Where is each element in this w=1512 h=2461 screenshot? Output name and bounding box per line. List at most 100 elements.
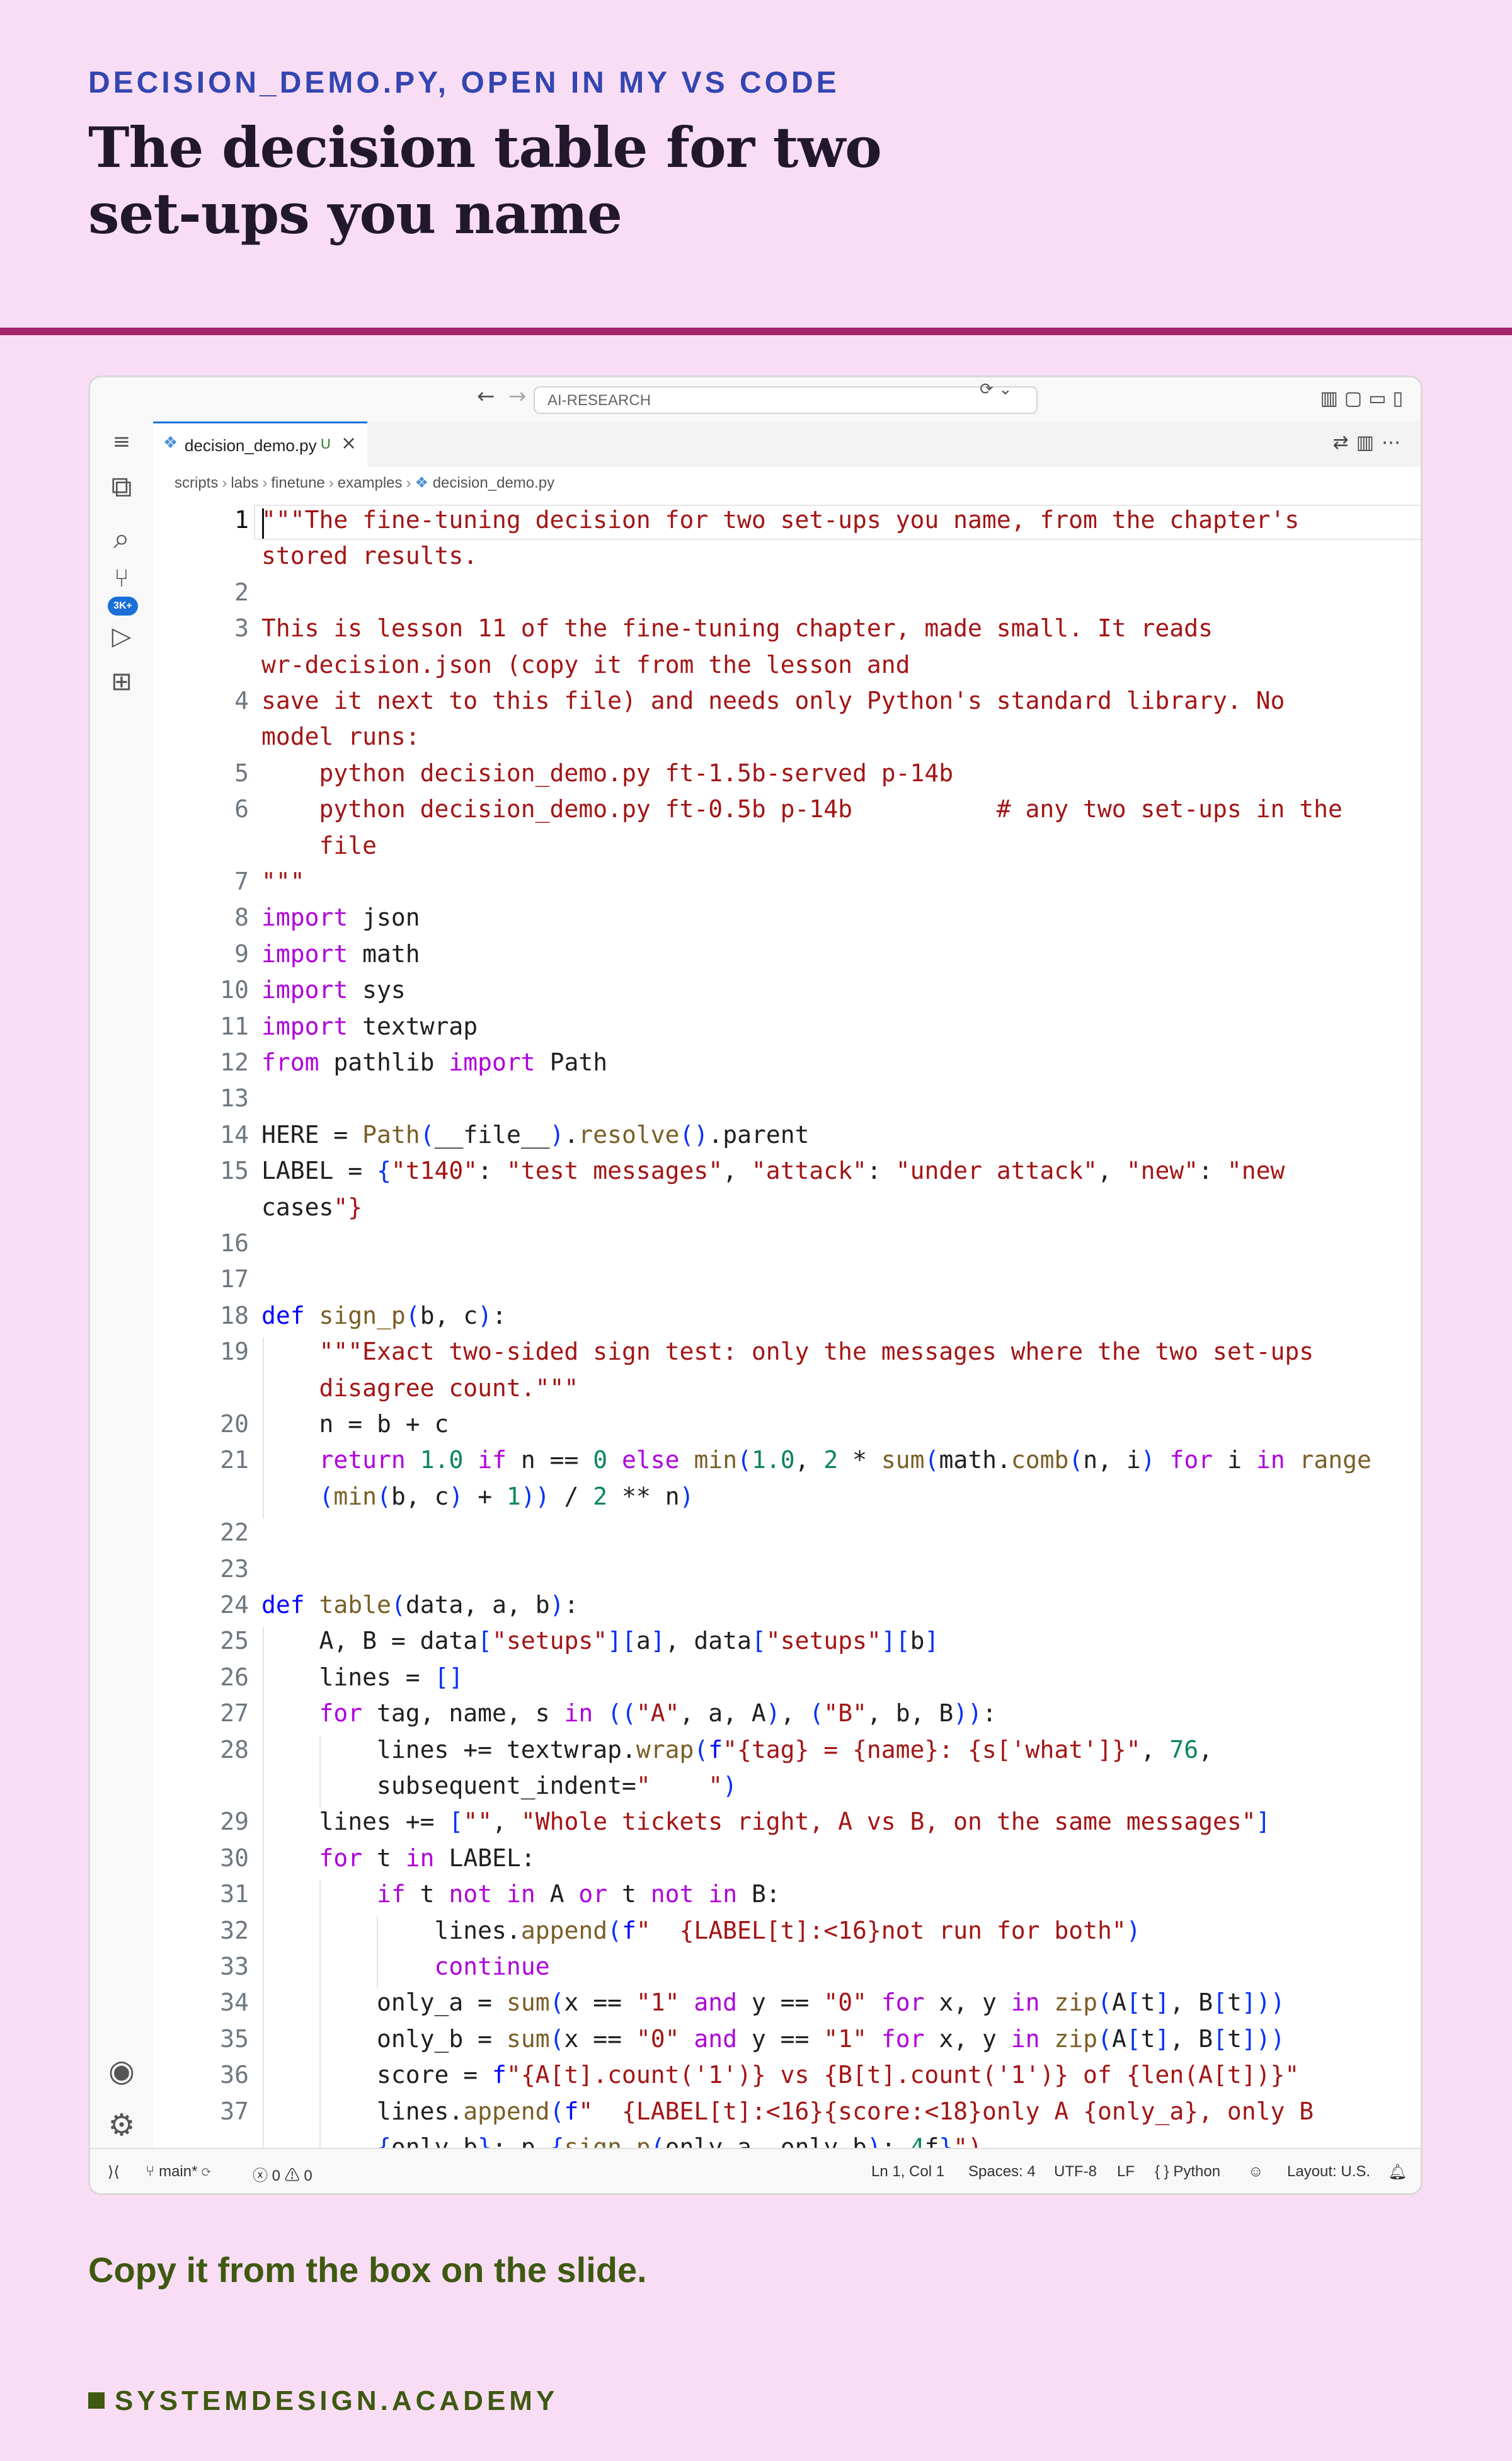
line-number: 8 [234,904,249,932]
line-number: 3 [234,614,249,643]
code-line: model runs: [261,723,420,751]
menu-icon[interactable]: ≡ [90,429,153,454]
notifications-bell-icon[interactable]: 🔔︎ [1388,2163,1407,2181]
tab-label: decision_demo.py [185,436,317,455]
code-line: lines.append(f" {LABEL[t]:<16}not run fo… [261,1916,1141,1944]
encoding-setting[interactable]: UTF-8 [1054,2163,1097,2181]
indent-guide [377,1916,378,1989]
code-line: import json [261,904,420,932]
line-number: 27 [220,1699,249,1728]
code-line: def sign_p(b, c): [261,1301,507,1329]
line-number: 11 [220,1012,249,1040]
line-number: 13 [220,1084,249,1113]
breadcrumb-item[interactable]: examples [338,474,403,491]
copilot-status-icon[interactable]: ☺ [1248,2163,1264,2181]
command-center[interactable]: AI-RESEARCH [534,386,1038,414]
editor-actions-icon[interactable]: ⇄▥⋯ [1333,432,1408,454]
source-control-icon[interactable]: ⑂ [90,564,153,593]
accent-rule [0,328,1512,335]
eol-setting[interactable]: LF [1117,2163,1135,2181]
code-line: A, B = data["setups"][a], data["setups"]… [261,1627,939,1655]
breadcrumb-item[interactable]: finetune [271,474,324,491]
chevron-right-icon: › [406,474,411,491]
line-number: 9 [234,939,249,968]
line-number: 24 [220,1591,249,1619]
code-line: (min(b, c) + 1)) / 2 ** n) [319,1482,694,1510]
branch-indicator[interactable]: ⑂ main* ⟳ [146,2163,211,2181]
line-number: 22 [220,1518,249,1547]
line-number: 12 [220,1048,249,1076]
chevron-right-icon: › [262,474,268,491]
explorer-icon[interactable]: ⧉ [90,469,153,505]
code-line: cases"} [261,1193,363,1221]
line-number: 2 [234,578,249,606]
code-line: from pathlib import Path [261,1048,608,1076]
code-line: import textwrap [261,1012,478,1040]
line-number: 6 [234,795,249,823]
line-number: 35 [220,2024,249,2053]
language-mode[interactable]: { } Python [1155,2163,1220,2181]
line-number: 10 [220,976,249,1004]
remote-icon[interactable]: ⟩⟨ [108,2163,120,2181]
slide-title: The decision table for two set-ups you n… [88,115,882,246]
settings-gear-icon[interactable]: ⚙ [90,2108,153,2143]
line-number: 32 [220,1916,249,1944]
branch-name: main* [159,2163,198,2180]
run-debug-icon[interactable]: ▷ [90,622,153,651]
chevron-right-icon: › [222,474,227,491]
close-icon[interactable]: × [341,432,357,454]
breadcrumb-item[interactable]: scripts [175,474,218,491]
code-line: save it next to this file) and needs onl… [261,687,1285,714]
code-line: return 1.0 if n == 0 else min(1.0, 2 * s… [319,1446,1372,1474]
layout-controls-icon[interactable]: ▥▢▭▯ [1320,387,1409,410]
code-line: LABEL = {"t140": "test messages", "attac… [261,1157,1285,1185]
code-line: continue [434,1953,550,1980]
chevron-right-icon: › [328,474,334,491]
code-line: n = b + c [261,1410,449,1438]
status-bar: ⟩⟨ ⑂ main* ⟳ ⓧ 0 ⚠ 0 Ln 1, Col 1 Spaces:… [90,2148,1421,2193]
line-number: 31 [220,1880,249,1908]
line-number: 21 [220,1446,249,1474]
code-line: disagree count.""" [261,1374,579,1402]
tab-decision-demo[interactable]: ❖ decision_demo.py U × [153,422,367,467]
indent-guide [263,1338,264,1519]
code-line: HERE = Path(__file__).resolve().parent [261,1120,810,1149]
problems-indicator[interactable]: ⓧ 0 ⚠ 0 [253,2163,312,2185]
indentation-setting[interactable]: Spaces: 4 [968,2163,1036,2181]
code-line: lines += textwrap.wrap(f"{tag} = {name}:… [261,1735,1213,1764]
search-icon[interactable]: ⌕ [90,521,153,556]
extensions-icon[interactable]: ⊞ [90,667,153,696]
breadcrumb-item[interactable]: decision_demo.py [433,474,554,491]
warning-count: 0 [304,2167,312,2184]
breadcrumb-item[interactable]: labs [231,474,258,491]
tab-bar: ❖ decision_demo.py U × ⇄▥⋯ [153,422,1421,467]
brand-wordmark: SYSTEMDESIGN.ACADEMY [88,2385,558,2417]
account-icon[interactable]: ◉ [90,2053,153,2089]
code-line: def table(data, a, b): [261,1591,579,1619]
vscode-window: ← → AI-RESEARCH ⟳ ⌄ ▥▢▭▯ ≡ ⧉ ⌕ ⑂ 3K+ ▷ ⊞… [88,376,1423,2195]
copilot-icon[interactable]: ⟳ ⌄ [980,380,1012,399]
back-arrow-icon[interactable]: ← [477,384,495,409]
untracked-indicator: U [321,436,331,452]
indent-guide [319,1880,321,2153]
indent-guide [263,1627,264,2153]
code-line: import math [261,939,420,968]
line-number: 20 [220,1410,249,1438]
code-line: """The fine-tuning decision for two set-… [261,506,1300,534]
code-line: """ [261,868,305,895]
keyboard-layout[interactable]: Layout: U.S. [1287,2163,1370,2181]
line-number: 18 [220,1301,249,1329]
code-line: This is lesson 11 of the fine-tuning cha… [261,614,1213,643]
line-number: 30 [220,1844,249,1872]
forward-arrow-icon[interactable]: → [508,384,527,409]
line-number: 16 [220,1229,249,1257]
python-file-icon: ❖ [415,474,433,491]
slide-kicker: DECISION_DEMO.PY, OPEN IN MY VS CODE [88,66,840,100]
code-editor[interactable]: 1 """The fine-tuning decision for two set… [153,497,1421,2153]
code-line: for t in LABEL: [319,1844,536,1872]
cursor-position[interactable]: Ln 1, Col 1 [871,2163,944,2181]
code-line: lines = [] [261,1663,464,1691]
code-line: python decision_demo.py ft-0.5b p-14b # … [261,795,1343,823]
code-line: import sys [261,976,406,1004]
title-bar: ← → AI-RESEARCH ⟳ ⌄ ▥▢▭▯ [90,377,1421,422]
